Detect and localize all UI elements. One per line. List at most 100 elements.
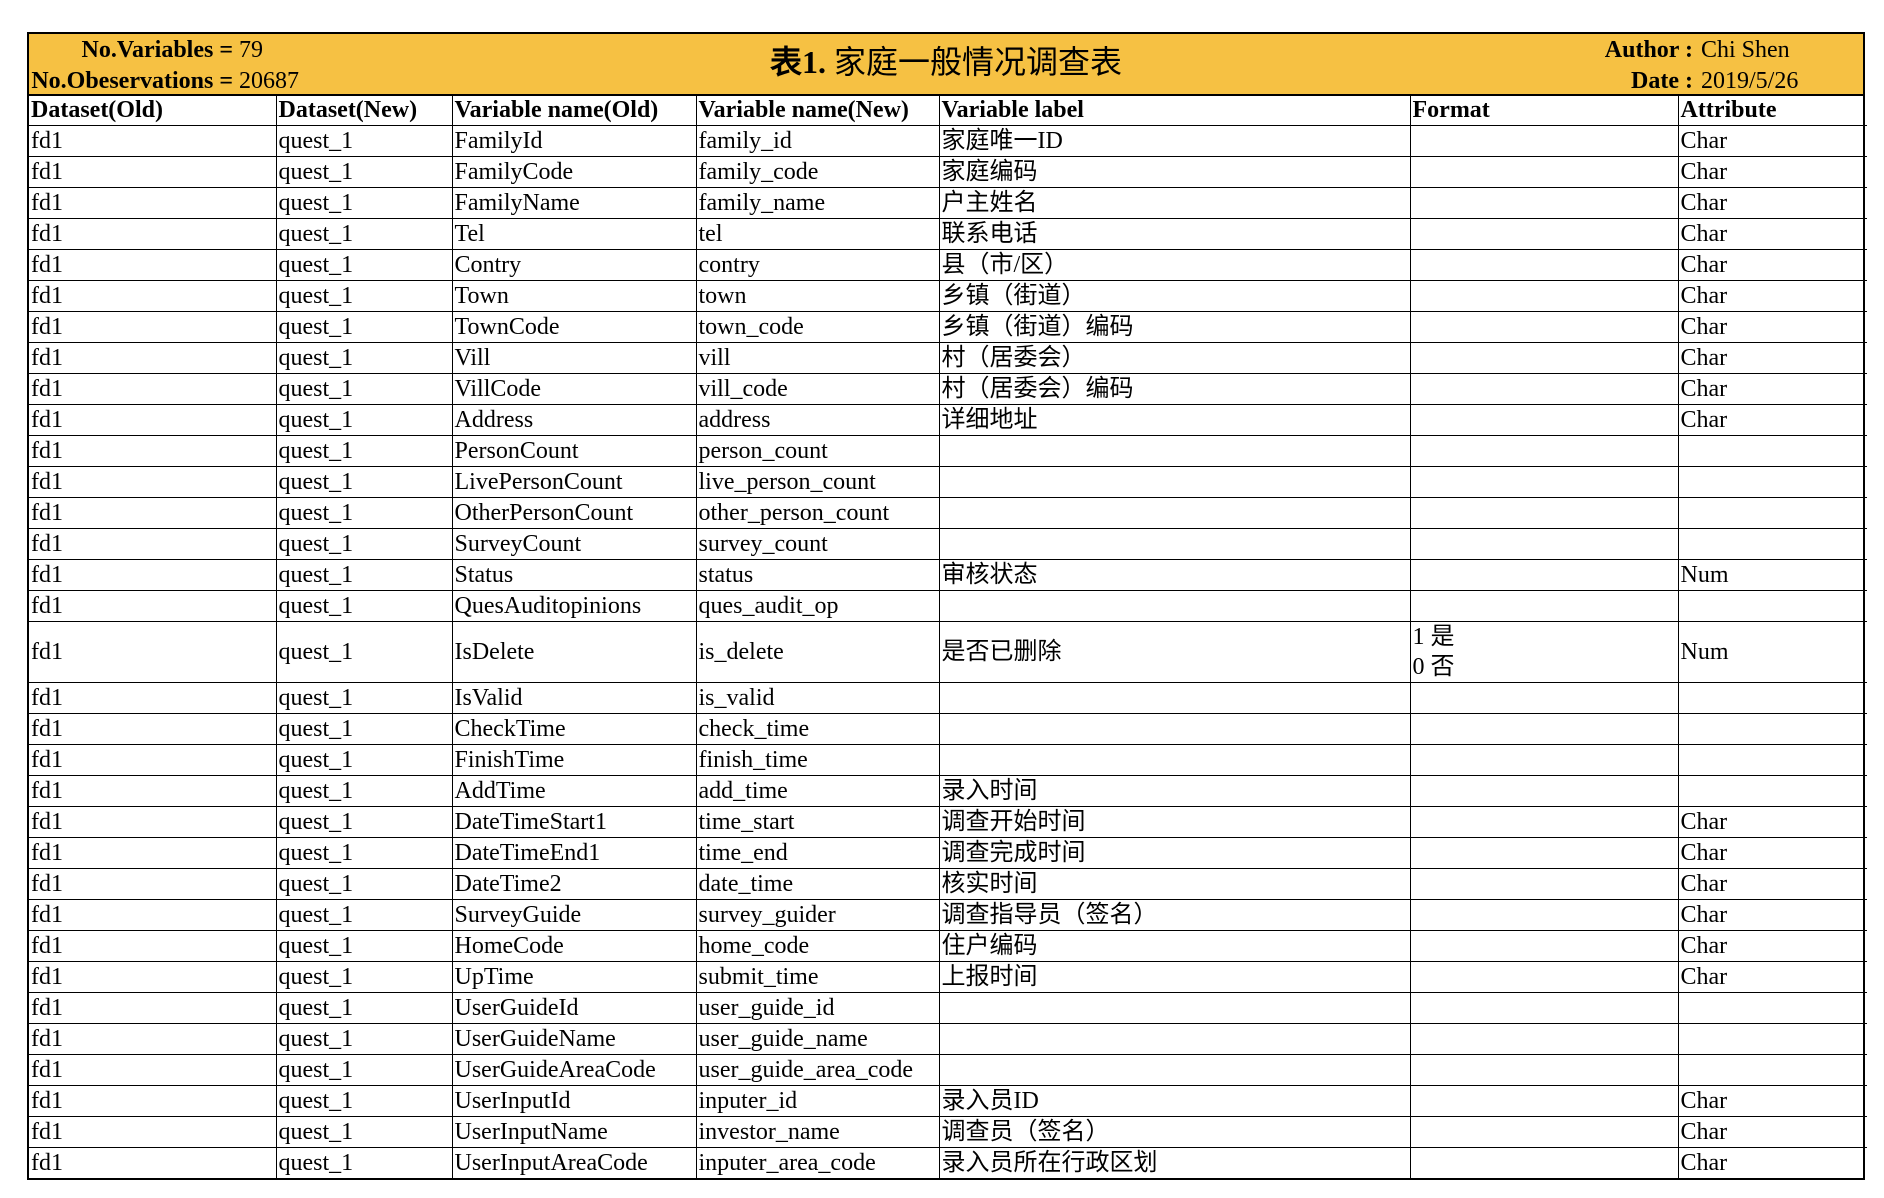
table-cell[interactable]: family_id [695,125,940,157]
table-cell[interactable] [1409,342,1679,374]
table-cell[interactable]: quest_1 [275,868,453,900]
table-cell[interactable]: fd1 [29,559,277,591]
table-cell[interactable]: fd1 [29,125,277,157]
table-cell[interactable]: quest_1 [275,187,453,219]
table-cell[interactable]: quest_1 [275,528,453,560]
table-cell[interactable] [938,466,1411,498]
table-cell[interactable]: quest_1 [275,156,453,188]
table-cell[interactable]: DateTime2 [451,868,697,900]
table-cell[interactable] [1409,559,1679,591]
table-cell[interactable]: quest_1 [275,559,453,591]
table-cell[interactable] [938,992,1411,1024]
table-cell[interactable]: quest_1 [275,930,453,962]
table-cell[interactable]: vill_code [695,373,940,405]
table-cell[interactable] [1409,713,1679,745]
table-cell[interactable] [938,435,1411,467]
table-cell[interactable]: Char [1677,1085,1867,1117]
table-cell[interactable] [1409,249,1679,281]
table-cell[interactable]: fd1 [29,806,277,838]
table-cell[interactable]: 1 是0 否 [1409,621,1679,683]
table-cell[interactable]: home_code [695,930,940,962]
table-cell[interactable] [1409,497,1679,529]
table-cell[interactable]: DateTimeEnd1 [451,837,697,869]
table-cell[interactable]: 村（居委会）编码 [938,373,1411,405]
table-cell[interactable]: DateTimeStart1 [451,806,697,838]
table-cell[interactable]: fd1 [29,435,277,467]
column-header[interactable]: Variable name(New) [695,96,940,126]
table-cell[interactable]: 乡镇（街道）编码 [938,311,1411,343]
table-cell[interactable]: quest_1 [275,342,453,374]
table-cell[interactable]: FinishTime [451,744,697,776]
table-cell[interactable]: tel [695,218,940,250]
table-cell[interactable]: fd1 [29,744,277,776]
table-cell[interactable] [1677,1023,1867,1055]
table-cell[interactable]: fd1 [29,404,277,436]
table-cell[interactable]: Char [1677,1116,1867,1148]
table-cell[interactable]: 调查员（签名） [938,1116,1411,1148]
table-cell[interactable] [938,744,1411,776]
table-cell[interactable]: fd1 [29,961,277,993]
table-cell[interactable]: user_guide_name [695,1023,940,1055]
table-cell[interactable]: fd1 [29,373,277,405]
table-cell[interactable]: Char [1677,373,1867,405]
table-cell[interactable]: OtherPersonCount [451,497,697,529]
table-cell[interactable]: FamilyCode [451,156,697,188]
table-cell[interactable]: QuesAuditopinions [451,590,697,622]
table-cell[interactable]: 家庭唯一ID [938,125,1411,157]
table-cell[interactable]: VillCode [451,373,697,405]
table-cell[interactable]: LivePersonCount [451,466,697,498]
table-cell[interactable]: other_person_count [695,497,940,529]
table-cell[interactable]: town_code [695,311,940,343]
table-cell[interactable]: Char [1677,218,1867,250]
table-cell[interactable] [938,590,1411,622]
table-cell[interactable]: UserGuideName [451,1023,697,1055]
table-cell[interactable]: submit_time [695,961,940,993]
table-cell[interactable]: quest_1 [275,621,453,683]
table-cell[interactable] [1677,992,1867,1024]
table-cell[interactable]: quest_1 [275,373,453,405]
table-cell[interactable]: quest_1 [275,806,453,838]
column-header[interactable]: Variable name(Old) [451,96,697,126]
table-cell[interactable]: 联系电话 [938,218,1411,250]
table-cell[interactable]: fd1 [29,1116,277,1148]
table-cell[interactable]: inputer_id [695,1085,940,1117]
table-cell[interactable]: fd1 [29,1147,277,1178]
table-cell[interactable]: quest_1 [275,466,453,498]
table-cell[interactable]: 详细地址 [938,404,1411,436]
table-cell[interactable]: SurveyCount [451,528,697,560]
table-cell[interactable]: address [695,404,940,436]
table-cell[interactable] [1677,713,1867,745]
table-cell[interactable]: Char [1677,187,1867,219]
table-cell[interactable] [1677,528,1867,560]
table-cell[interactable]: FamilyName [451,187,697,219]
table-cell[interactable] [1409,837,1679,869]
table-cell[interactable] [1409,775,1679,807]
table-cell[interactable]: family_name [695,187,940,219]
table-cell[interactable] [1409,1116,1679,1148]
table-cell[interactable] [1677,1054,1867,1086]
table-cell[interactable]: quest_1 [275,1116,453,1148]
table-cell[interactable]: Char [1677,311,1867,343]
table-cell[interactable]: FamilyId [451,125,697,157]
table-cell[interactable] [1677,466,1867,498]
table-cell[interactable] [1409,1023,1679,1055]
table-cell[interactable]: quest_1 [275,1085,453,1117]
table-cell[interactable]: Char [1677,868,1867,900]
table-cell[interactable] [1409,187,1679,219]
table-cell[interactable]: quest_1 [275,775,453,807]
table-cell[interactable]: UserGuideAreaCode [451,1054,697,1086]
table-cell[interactable]: 录入员ID [938,1085,1411,1117]
table-cell[interactable]: quest_1 [275,1054,453,1086]
table-cell[interactable]: 是否已删除 [938,621,1411,683]
table-cell[interactable]: user_guide_id [695,992,940,1024]
table-cell[interactable] [1677,682,1867,714]
table-cell[interactable]: IsValid [451,682,697,714]
table-cell[interactable]: fd1 [29,1085,277,1117]
column-header[interactable]: Dataset(Old) [29,96,277,126]
table-cell[interactable]: Char [1677,125,1867,157]
table-cell[interactable]: UserInputId [451,1085,697,1117]
table-cell[interactable]: fd1 [29,342,277,374]
table-cell[interactable]: fd1 [29,868,277,900]
table-cell[interactable] [938,713,1411,745]
table-cell[interactable]: fd1 [29,187,277,219]
